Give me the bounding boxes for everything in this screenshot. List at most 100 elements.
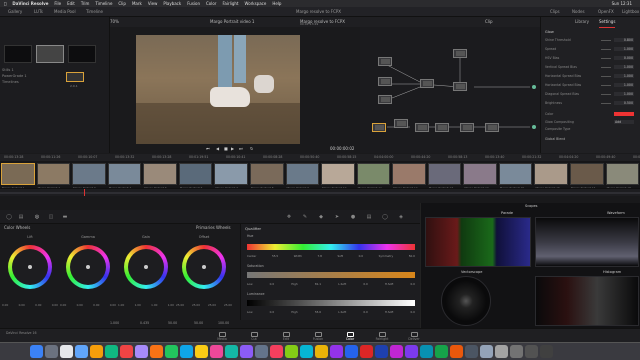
wheel-value[interactable]: 0.00 <box>110 303 116 307</box>
dock-app-icon[interactable] <box>165 345 178 358</box>
dock-app-icon[interactable] <box>420 345 433 358</box>
contrast-value[interactable]: 1.000 <box>110 318 119 328</box>
dock-app-icon[interactable] <box>300 345 313 358</box>
setting-slider[interactable] <box>601 103 611 104</box>
toolbar-gallery[interactable]: Gallery <box>8 7 22 17</box>
node-08[interactable] <box>394 119 408 128</box>
dock-app-icon[interactable] <box>435 345 448 358</box>
lum-mix-value[interactable]: 100.00 <box>218 318 229 328</box>
timeline-clip[interactable]: Margo Portrait 17 <box>570 163 604 190</box>
dock-app-icon[interactable] <box>75 345 88 358</box>
dock-app-icon[interactable] <box>525 345 538 358</box>
wheel-value[interactable]: 1.00 <box>118 303 124 307</box>
color-wheel-lift[interactable] <box>8 245 52 289</box>
setting-slider[interactable] <box>601 94 611 95</box>
toolbar-openfx[interactable]: OpenFX <box>598 7 614 17</box>
timeline-clip[interactable]: Margo Portrait 18 <box>605 163 640 190</box>
wheel-value[interactable]: 1.00 <box>135 303 141 307</box>
timeline-clip[interactable]: Margo Portrait 7 <box>214 163 248 190</box>
wheel-value[interactable]: 25.00 <box>192 303 200 307</box>
qualifier-icon[interactable]: ✎ <box>302 214 308 220</box>
setting-slider[interactable] <box>601 67 611 68</box>
node-output[interactable] <box>532 125 536 129</box>
wheel-value[interactable]: 1.00 <box>151 303 157 307</box>
qualifier-value[interactable]: 0.0 <box>363 282 367 286</box>
node-05[interactable] <box>420 79 434 88</box>
node-12[interactable] <box>485 123 499 132</box>
menu-clip[interactable]: Clip <box>118 0 126 7</box>
node-editor[interactable] <box>360 27 540 153</box>
timeline-clip[interactable]: Margo Portrait 2 <box>36 163 71 190</box>
qualifier-value[interactable]: 55.5 <box>272 254 278 258</box>
timeline-clip[interactable]: Margo Portrait 9 <box>285 163 320 190</box>
toolbar-luts[interactable]: LUTs <box>34 7 43 17</box>
saturation-bar[interactable] <box>247 272 415 278</box>
node-07[interactable] <box>372 123 386 132</box>
dock-app-icon[interactable] <box>315 345 328 358</box>
apple-menu-icon[interactable]:  <box>4 0 6 7</box>
page-tab-fairlight[interactable]: Fairlight <box>372 332 392 341</box>
timeline-clip[interactable]: Margo Portrait 6 <box>178 163 213 190</box>
pivot-value[interactable]: 0.435 <box>140 318 149 328</box>
hue-value[interactable]: 50.00 <box>194 318 203 328</box>
wheel-value[interactable]: 0.00 <box>2 303 8 307</box>
wheel-value[interactable]: 0.00 <box>60 303 66 307</box>
timeline-clip[interactable]: Margo Portrait 12 <box>392 163 426 190</box>
dock-app-icon[interactable] <box>360 345 373 358</box>
menu-fusion[interactable]: Fusion <box>187 0 200 7</box>
gallery-item[interactable]: Timelines <box>2 79 27 85</box>
dock-app-icon[interactable] <box>540 345 553 358</box>
menu-mark[interactable]: Mark <box>132 0 142 7</box>
tracker-icon[interactable]: ➤ <box>334 214 340 220</box>
gallery-still[interactable] <box>66 72 84 82</box>
timeline-clip[interactable]: Margo Portrait 13 <box>427 163 462 190</box>
dock-app-icon[interactable] <box>30 345 43 358</box>
3d-icon[interactable]: ◈ <box>398 214 404 220</box>
dock-app-icon[interactable] <box>210 345 223 358</box>
gallery-thumb[interactable] <box>68 45 96 63</box>
wheel-handle[interactable] <box>28 265 32 269</box>
setting-slider[interactable] <box>601 58 611 59</box>
wheel-value[interactable]: 25.00 <box>208 303 216 307</box>
node-02[interactable] <box>378 77 392 86</box>
node-10[interactable] <box>435 123 449 132</box>
wheel-value[interactable]: 0.00 <box>77 303 83 307</box>
setting-value[interactable]: 1.000 <box>614 92 634 96</box>
timeline-clip[interactable]: Margo Portrait 4 <box>107 163 142 190</box>
setting-slider[interactable] <box>601 85 611 86</box>
timeline-clip[interactable]: Margo Portrait 16 <box>534 163 568 190</box>
setting-slider[interactable] <box>601 40 611 41</box>
node-11[interactable] <box>460 123 474 132</box>
dock-app-icon[interactable] <box>45 345 58 358</box>
timeline-clip[interactable]: Margo Portrait 15 <box>498 163 533 190</box>
dock-app-icon[interactable] <box>60 345 73 358</box>
qualifier-value[interactable]: 55.6 <box>315 310 321 314</box>
sat-value[interactable]: 50.00 <box>168 318 177 328</box>
wheel-value[interactable]: 25.00 <box>224 303 232 307</box>
app-menu[interactable]: DaVinci Resolve <box>12 0 48 7</box>
toolbar-nodes[interactable]: Nodes <box>572 7 585 17</box>
node-01[interactable] <box>378 57 392 66</box>
menu-timeline[interactable]: Timeline <box>95 0 112 7</box>
global-blend[interactable]: Global Blend <box>545 137 565 141</box>
wheel-value[interactable]: 0.00 <box>52 303 58 307</box>
dock-app-icon[interactable] <box>255 345 268 358</box>
setting-value[interactable]: 0.500 <box>614 101 634 105</box>
sizing-icon[interactable]: ◯ <box>382 214 388 220</box>
play-icon[interactable]: ▶ <box>231 144 234 154</box>
wheel-value[interactable]: 25.00 <box>176 303 184 307</box>
qualifier-value[interactable]: 0.0 <box>411 310 415 314</box>
menu-playback[interactable]: Playback <box>163 0 181 7</box>
timeline-clip[interactable]: Margo Portrait 10 <box>321 163 355 190</box>
wheel-value[interactable]: 0.00 <box>19 303 25 307</box>
menu-file[interactable]: File <box>54 0 61 7</box>
dock-app-icon[interactable] <box>480 345 493 358</box>
stop-icon[interactable]: ■ <box>224 144 228 154</box>
node-03[interactable] <box>378 95 392 104</box>
node-04[interactable] <box>453 49 467 58</box>
picker-icon[interactable]: ❖ <box>286 214 292 220</box>
toolbar-timeline[interactable]: Timeline <box>86 7 103 17</box>
skip-forward-icon[interactable]: ⏭ <box>239 144 243 154</box>
dock-app-icon[interactable] <box>180 345 193 358</box>
menu-view[interactable]: View <box>148 0 158 7</box>
